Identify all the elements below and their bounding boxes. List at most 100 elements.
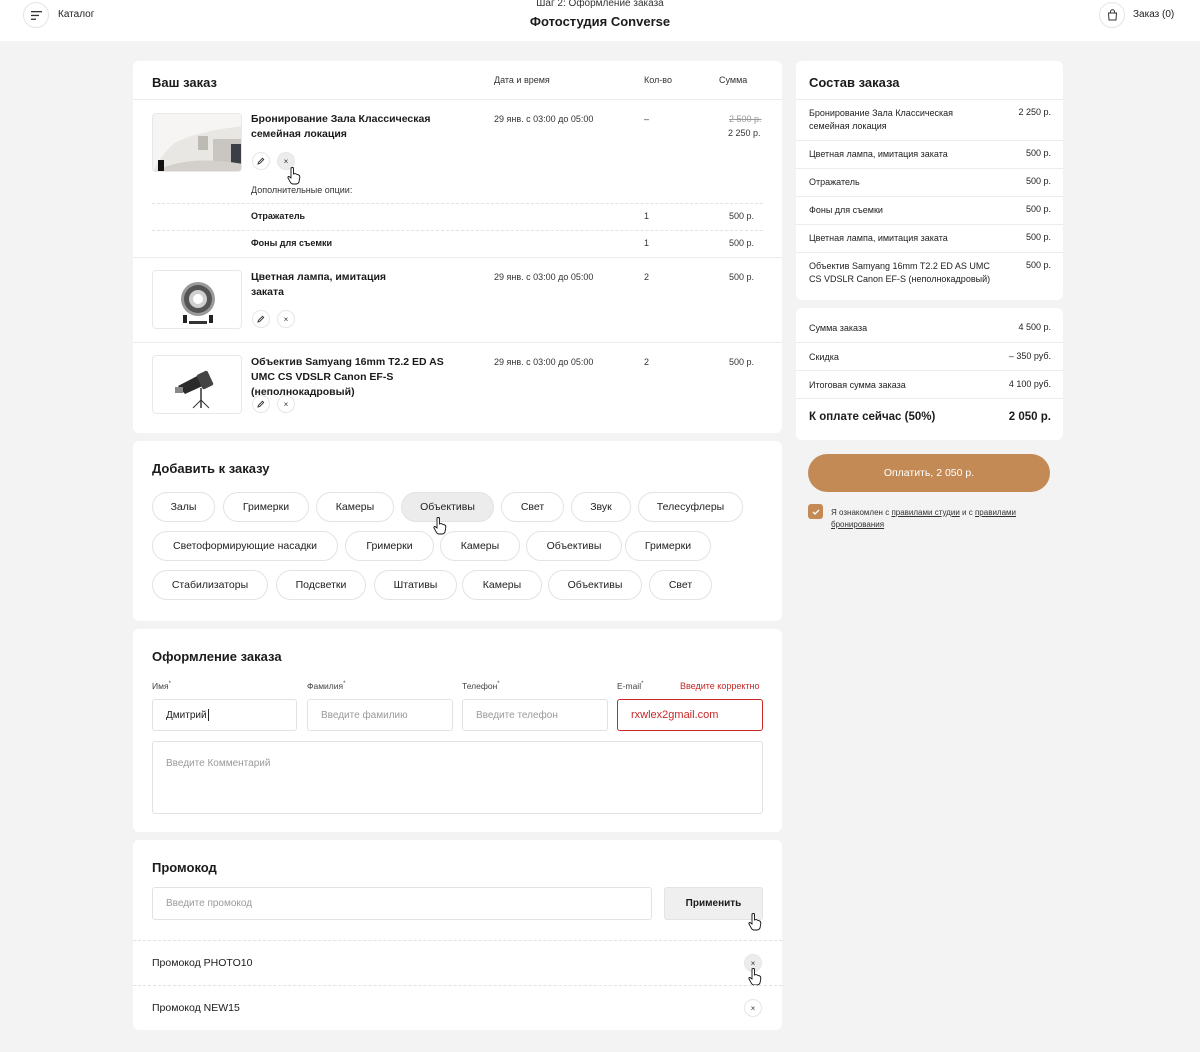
summary-card: Состав заказа Бронирование Зала Классиче… xyxy=(796,61,1063,300)
surname-label: Фамилия* xyxy=(307,681,346,691)
checkout-title: Оформление заказа xyxy=(152,649,282,664)
extra-qty: 1 xyxy=(644,238,650,248)
promo-input[interactable]: Введите промокод xyxy=(152,887,652,920)
phone-field[interactable]: Введите телефон xyxy=(462,699,608,731)
hand-cursor-icon xyxy=(748,968,762,986)
item-old-price: 2 500 р. xyxy=(729,114,762,124)
top-header: Каталог Шаг 2: Оформление заказа Фотосту… xyxy=(0,0,1200,41)
summary-item: Бронирование Зала Классическая семейная … xyxy=(809,108,954,131)
agree-checkbox[interactable] xyxy=(808,504,823,519)
remove-button[interactable]: × xyxy=(277,395,295,413)
chip-makeup[interactable]: Гримерки xyxy=(625,531,711,561)
chip-lenses[interactable]: Объективы xyxy=(401,492,494,522)
summary-item: Цветная лампа, имитация заката xyxy=(809,149,948,159)
extra-qty: 1 xyxy=(644,211,650,221)
summary-item: Цветная лампа, имитация заката xyxy=(809,233,948,243)
pay-now-value: 2 050 р. xyxy=(1008,411,1051,423)
item-qty: 2 xyxy=(644,272,650,282)
chip-cameras[interactable]: Камеры xyxy=(462,570,542,600)
extra-name: Фоны для съемки xyxy=(251,238,333,248)
col-qty: Кол-во xyxy=(644,75,672,85)
col-datetime: Дата и время xyxy=(494,75,550,85)
item-price: 2 250 р. xyxy=(728,128,761,138)
comment-field[interactable]: Введите Комментарий xyxy=(152,741,763,814)
item-price: 500 р. xyxy=(729,357,755,367)
extra-price: 500 р. xyxy=(729,211,755,221)
remove-button[interactable]: × xyxy=(277,310,295,328)
chip-light[interactable]: Свет xyxy=(649,570,712,600)
edit-button[interactable] xyxy=(252,310,270,328)
total-value: 4 500 р. xyxy=(1018,322,1051,332)
hand-cursor-icon xyxy=(748,913,762,931)
summary-item: Фоны для съемки xyxy=(809,205,883,215)
chip-makeup[interactable]: Гримерки xyxy=(223,492,309,522)
final-label: Итоговая сумма заказа xyxy=(809,380,906,390)
checkout-card: Оформление заказа Имя* Фамилия* Телефон*… xyxy=(133,629,782,832)
chip-makeup[interactable]: Гримерки xyxy=(345,531,434,561)
catalog-link[interactable]: Каталог xyxy=(58,9,94,20)
summary-price: 500 р. xyxy=(1025,232,1051,242)
summary-price: 500 р. xyxy=(1025,148,1051,158)
chip-lenses[interactable]: Объективы xyxy=(526,531,622,561)
discount-value: – 350 руб. xyxy=(1008,351,1051,361)
edit-button[interactable] xyxy=(252,395,270,413)
chip-cameras[interactable]: Камеры xyxy=(316,492,394,522)
summary-title: Состав заказа xyxy=(809,75,900,90)
chip-tripods[interactable]: Штативы xyxy=(374,570,457,600)
item-qty: 2 xyxy=(644,357,650,367)
chip-stabilizers[interactable]: Стабилизаторы xyxy=(152,570,268,600)
booking-rules-link[interactable]: правилами xyxy=(975,508,1016,517)
shopping-bag-icon xyxy=(1107,9,1117,21)
chip-teleprompters[interactable]: Телесуфлеры xyxy=(638,492,743,522)
menu-button[interactable] xyxy=(23,2,49,28)
promo-code: Промокод NEW15 xyxy=(152,1002,240,1014)
summary-price: 500 р. xyxy=(1025,260,1051,270)
total-label: Сумма заказа xyxy=(809,323,868,333)
email-field[interactable]: rxwlex2gmail.com xyxy=(617,699,763,731)
email-label: E-mail* xyxy=(617,681,644,691)
pay-button[interactable]: Оплатить, 2 050 р. xyxy=(808,454,1050,492)
cart-button[interactable] xyxy=(1099,2,1125,28)
item-datetime: 29 янв. с 03:00 до 05:00 xyxy=(494,357,594,367)
agree-text: Я ознакомлен с правилами студии и с прав… xyxy=(831,508,1017,529)
name-label: Имя* xyxy=(152,681,171,691)
promo-title: Промокод xyxy=(152,860,217,875)
chip-lenses[interactable]: Объективы xyxy=(548,570,642,600)
summary-price: 500 р. xyxy=(1025,204,1051,214)
studio-rules-link[interactable]: правилами студии xyxy=(891,508,959,517)
summary-price: 500 р. xyxy=(1025,176,1051,186)
phone-label: Телефон* xyxy=(462,681,500,691)
hand-cursor-icon xyxy=(287,167,301,185)
chip-backlights[interactable]: Подсветки xyxy=(276,570,366,600)
order-card: Ваш заказ Дата и время Кол-во Сумма Брон… xyxy=(133,61,782,433)
item-title: Объектив Samyang 16mm T2.2 ED AS UMC CS … xyxy=(251,356,444,398)
close-icon: × xyxy=(283,156,289,166)
item-qty: – xyxy=(644,114,650,124)
pay-now-label: К оплате сейчас (50%) xyxy=(809,411,936,423)
item-datetime: 29 янв. с 03:00 до 05:00 xyxy=(494,114,594,124)
edit-button[interactable] xyxy=(252,152,270,170)
chip-cameras[interactable]: Камеры xyxy=(440,531,520,561)
name-field[interactable]: Дмитрий xyxy=(152,699,297,731)
pencil-icon xyxy=(257,315,265,323)
close-icon: × xyxy=(283,314,289,324)
pencil-icon xyxy=(257,157,265,165)
booking-rules-link[interactable]: бронирования xyxy=(831,520,884,529)
close-icon: × xyxy=(750,958,756,968)
remove-promo-button[interactable]: × xyxy=(744,999,762,1017)
order-title: Ваш заказ xyxy=(152,75,217,90)
add-card: Добавить к заказу Залы Гримерки Камеры О… xyxy=(133,441,782,621)
summary-item: Отражатель xyxy=(809,177,860,187)
chip-sound[interactable]: Звук xyxy=(571,492,631,522)
cart-label[interactable]: Заказ (0) xyxy=(1133,9,1174,20)
chip-halls[interactable]: Залы xyxy=(152,492,215,522)
summary-price: 2 250 р. xyxy=(1018,107,1051,117)
chip-light-modifiers[interactable]: Светоформирующие насадки xyxy=(152,531,338,561)
item-datetime: 29 янв. с 03:00 до 05:00 xyxy=(494,272,594,282)
discount-label: Скидка xyxy=(809,352,839,362)
item-title: Бронирование Зала Классическая семейная … xyxy=(251,113,431,140)
studio-title: Фотостудия Converse xyxy=(529,14,671,29)
surname-field[interactable]: Введите фамилию xyxy=(307,699,453,731)
hand-cursor-icon xyxy=(433,517,447,535)
chip-light[interactable]: Свет xyxy=(501,492,564,522)
